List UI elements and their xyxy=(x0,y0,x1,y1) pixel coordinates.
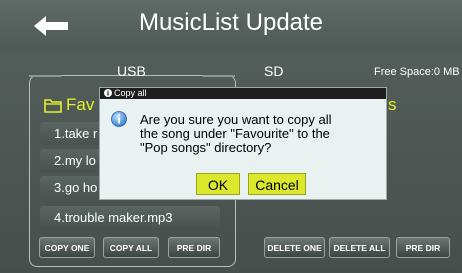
tab-divider xyxy=(29,75,61,77)
folder-name: Fav xyxy=(66,95,95,114)
title-bar: MusicList Update xyxy=(0,0,462,52)
pre-dir-left-button[interactable]: PRE DIR xyxy=(168,237,220,258)
list-item[interactable]: 4.trouble maker.mp3 xyxy=(40,206,220,229)
info-icon xyxy=(111,111,127,127)
dialog-message: Are you sure you want to copy all the so… xyxy=(140,113,380,155)
dialog-message-line: Are you sure you want to copy all xyxy=(140,112,332,127)
folder-icon xyxy=(44,98,62,113)
folder-favourite[interactable]: Fav xyxy=(44,95,94,115)
tab-usb[interactable]: USB xyxy=(117,63,146,79)
copy-one-button[interactable]: COPY ONE xyxy=(39,237,95,258)
tab-sd[interactable]: SD xyxy=(264,63,283,79)
folder-pop-songs[interactable]: s xyxy=(388,95,397,115)
dialog-title-bar: Copy all xyxy=(100,88,386,99)
music-list-update-screen: MusicList Update USB SD Free Space:0 MB … xyxy=(0,0,462,273)
dialog-message-line: "Pop songs" directory? xyxy=(140,140,272,155)
delete-all-button[interactable]: DELETE ALL xyxy=(329,237,390,258)
cancel-button[interactable]: Cancel xyxy=(248,173,306,195)
copy-all-button[interactable]: COPY ALL xyxy=(103,237,159,258)
tab-divider xyxy=(203,75,235,77)
dialog-title: Copy all xyxy=(114,88,147,98)
dialog-message-line: the song under "Favourite" to the xyxy=(140,126,330,141)
pre-dir-right-button[interactable]: PRE DIR xyxy=(396,237,450,258)
page-title: MusicList Update xyxy=(138,9,324,36)
free-space-label: Free Space:0 MB xyxy=(374,66,460,78)
ok-button[interactable]: OK xyxy=(196,173,240,195)
copy-all-dialog: Copy all Are you sure you want to copy a… xyxy=(99,87,387,200)
delete-one-button[interactable]: DELETE ONE xyxy=(264,237,325,258)
dialog-title-icon xyxy=(104,89,112,97)
